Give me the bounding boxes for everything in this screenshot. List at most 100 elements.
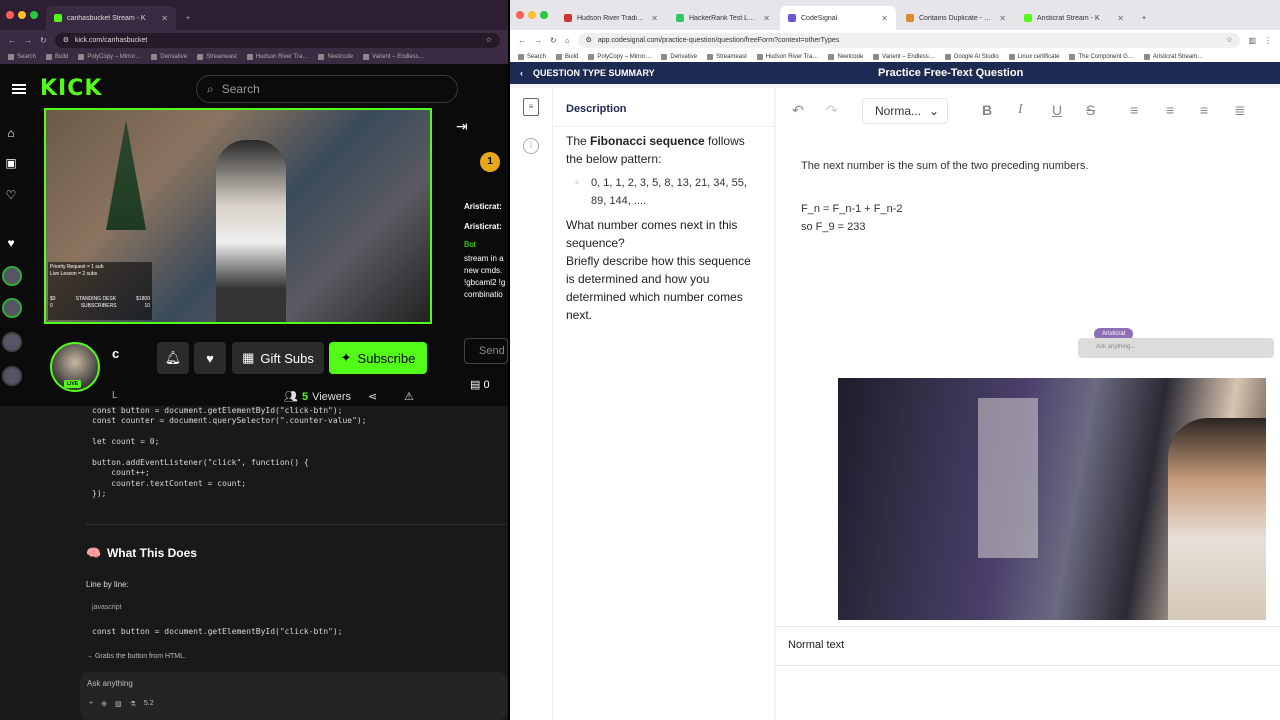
bookmark-item[interactable]: Varient – Endless… — [363, 54, 425, 60]
bookmark-item[interactable]: Search — [518, 53, 546, 60]
stream-video-player[interactable]: Priority Request = 1 sub Live Lesson = 2… — [44, 108, 432, 324]
zoom-window-button[interactable] — [540, 11, 548, 19]
share-icon[interactable]: ⋖ — [368, 390, 377, 403]
tools-icon[interactable]: ⚗ — [130, 700, 136, 708]
heart-icon[interactable]: ♥ — [4, 236, 18, 250]
bookmark-item[interactable]: Search — [8, 54, 36, 60]
browse-icon[interactable]: ▣ — [4, 156, 18, 170]
collapse-chat-icon[interactable]: ⇥ — [456, 118, 468, 135]
new-tab-button[interactable]: + — [1134, 6, 1154, 30]
answer-text-area[interactable]: The next number is the sum of the two pr… — [776, 142, 1280, 402]
tab-hrt[interactable]: Hudson River Trading Invitati ✕ — [556, 6, 666, 30]
extensions-icon[interactable]: ▥ — [1248, 36, 1256, 45]
bookmark-item[interactable]: Varient – Endless… — [873, 53, 935, 60]
bookmark-star-icon[interactable]: ☆ — [1226, 36, 1232, 44]
bookmark-item[interactable]: Neetcode — [828, 53, 863, 60]
bookmark-item[interactable]: Streameast — [197, 54, 237, 60]
bookmark-item[interactable]: PolyCopy – Mirror… — [588, 53, 651, 60]
tab-codesignal[interactable]: CodeSignal ✕ — [780, 6, 896, 30]
info-icon[interactable]: i — [523, 138, 539, 154]
bookmark-item[interactable]: Build — [46, 54, 68, 60]
zoom-window-button[interactable] — [30, 11, 38, 19]
model-version-label[interactable]: 5.2 — [144, 700, 154, 708]
align-center-icon[interactable]: ≡ — [1166, 102, 1174, 118]
forward-icon[interactable]: → — [534, 36, 542, 45]
webcam-pip-video[interactable] — [838, 378, 1266, 620]
question-type-summary-link[interactable]: QUESTION TYPE SUMMARY — [533, 68, 655, 78]
bookmark-item[interactable]: Aristicrat Stream… — [1143, 53, 1203, 60]
text-format-select[interactable]: Norma... ⌄ — [862, 98, 948, 124]
close-tab-icon[interactable]: ✕ — [1117, 14, 1124, 23]
followed-channel-avatar[interactable] — [2, 298, 22, 318]
tab-aristicrat-stream[interactable]: Aristicrat Stream - K ✕ — [1016, 6, 1132, 30]
hamburger-menu-icon[interactable] — [12, 84, 26, 94]
reload-icon[interactable]: ↻ — [550, 36, 557, 45]
redo-icon[interactable]: ↷ — [826, 102, 838, 119]
home-icon[interactable]: ⌂ — [565, 36, 570, 45]
back-chevron-icon[interactable]: ‹ — [520, 68, 523, 78]
streamer-name[interactable]: c — [112, 346, 119, 361]
chat-username[interactable]: Aristicrat: — [464, 222, 502, 231]
home-icon[interactable]: ⌂ — [4, 126, 18, 140]
menu-dots-icon[interactable]: ⋮ — [1264, 36, 1272, 45]
site-info-icon[interactable]: ⚙ — [63, 36, 69, 44]
italic-icon[interactable]: I — [1018, 102, 1023, 118]
tab-neetcode[interactable]: Contains Duplicate - NeetCo ✕ — [898, 6, 1014, 30]
forward-icon[interactable]: → — [24, 36, 32, 45]
chat-username[interactable]: Bot — [464, 240, 476, 249]
description-doc-icon[interactable]: ≡ — [523, 98, 539, 116]
site-info-icon[interactable]: ⚙ — [586, 36, 592, 44]
undo-icon[interactable]: ↶ — [792, 102, 804, 119]
close-tab-icon[interactable]: ✕ — [881, 14, 888, 23]
bookmark-star-icon[interactable]: ☆ — [486, 36, 492, 44]
bookmark-item[interactable]: Hudson River Tra… — [246, 54, 308, 60]
bookmark-item[interactable]: Build — [556, 53, 578, 60]
back-icon[interactable]: ← — [518, 36, 526, 45]
streamer-category[interactable]: L — [112, 390, 118, 401]
followed-channel-avatar[interactable] — [2, 266, 22, 286]
close-tab-icon[interactable]: ✕ — [651, 14, 658, 23]
align-left-icon[interactable]: ≡ — [1130, 102, 1138, 118]
image-icon[interactable]: ▧ — [115, 700, 122, 708]
ask-anything-input[interactable]: Ask anything + ⊕ ▧ ⚗ 5.2 — [80, 672, 508, 720]
bookmark-item[interactable]: Linux certificate — [1008, 53, 1059, 60]
strikethrough-icon[interactable]: S — [1086, 102, 1095, 118]
report-warning-icon[interactable]: ⚠ — [404, 390, 414, 403]
back-icon[interactable]: ← — [8, 36, 16, 45]
bookmark-item[interactable]: Streameast — [707, 53, 747, 60]
floater-input[interactable]: Ask anything... — [1078, 338, 1274, 358]
globe-icon[interactable]: ⊕ — [101, 700, 107, 708]
align-right-icon[interactable]: ≡ — [1200, 102, 1208, 118]
subscribe-button[interactable]: ✦ Subscribe — [329, 342, 427, 374]
left-address-bar[interactable]: ⚙ kick.com/canhasbucket ☆ — [54, 32, 500, 48]
bookmark-item[interactable]: The Component G… — [1069, 53, 1134, 60]
minimize-window-button[interactable] — [18, 11, 26, 19]
kick-logo[interactable]: KICK — [40, 76, 102, 101]
minimize-window-button[interactable] — [528, 11, 536, 19]
close-tab-icon[interactable]: ✕ — [763, 14, 770, 23]
right-address-bar[interactable]: ⚙ app.codesignal.com/practice-question/q… — [577, 32, 1241, 48]
align-justify-icon[interactable]: ≣ — [1234, 102, 1246, 119]
bookmark-item[interactable]: Hudson River Tra… — [756, 53, 818, 60]
bookmark-item[interactable]: Google AI Studio — [944, 53, 999, 60]
plus-icon[interactable]: + — [89, 700, 93, 708]
tab-hackerrank[interactable]: HackerRank Test Login ✕ — [668, 6, 778, 30]
close-tab-icon[interactable]: ✕ — [999, 14, 1006, 23]
close-window-button[interactable] — [516, 11, 524, 19]
gift-subs-button[interactable]: ▦ Gift Subs — [232, 342, 324, 374]
kick-search-input[interactable]: ⌕ Search — [196, 75, 458, 103]
close-window-button[interactable] — [6, 11, 14, 19]
bookmark-item[interactable]: Derivative — [151, 54, 187, 60]
underline-icon[interactable]: U — [1052, 102, 1062, 118]
notification-bell-button[interactable]: 🔔︎ — [157, 342, 189, 374]
new-tab-button[interactable]: + — [178, 6, 198, 30]
close-tab-icon[interactable]: ✕ — [161, 14, 168, 23]
bold-icon[interactable]: B — [982, 102, 992, 118]
reload-icon[interactable]: ↻ — [40, 36, 47, 45]
bookmark-item[interactable]: Neetcode — [318, 54, 353, 60]
following-heart-icon[interactable]: ♡ — [4, 188, 18, 202]
follow-heart-button[interactable]: ♥ — [194, 342, 226, 374]
bookmark-item[interactable]: Derivative — [661, 53, 697, 60]
bookmark-item[interactable]: PolyCopy – Mirror… — [78, 54, 141, 60]
tab-kick-stream[interactable]: canhasbucket Stream - K ✕ — [46, 6, 176, 30]
